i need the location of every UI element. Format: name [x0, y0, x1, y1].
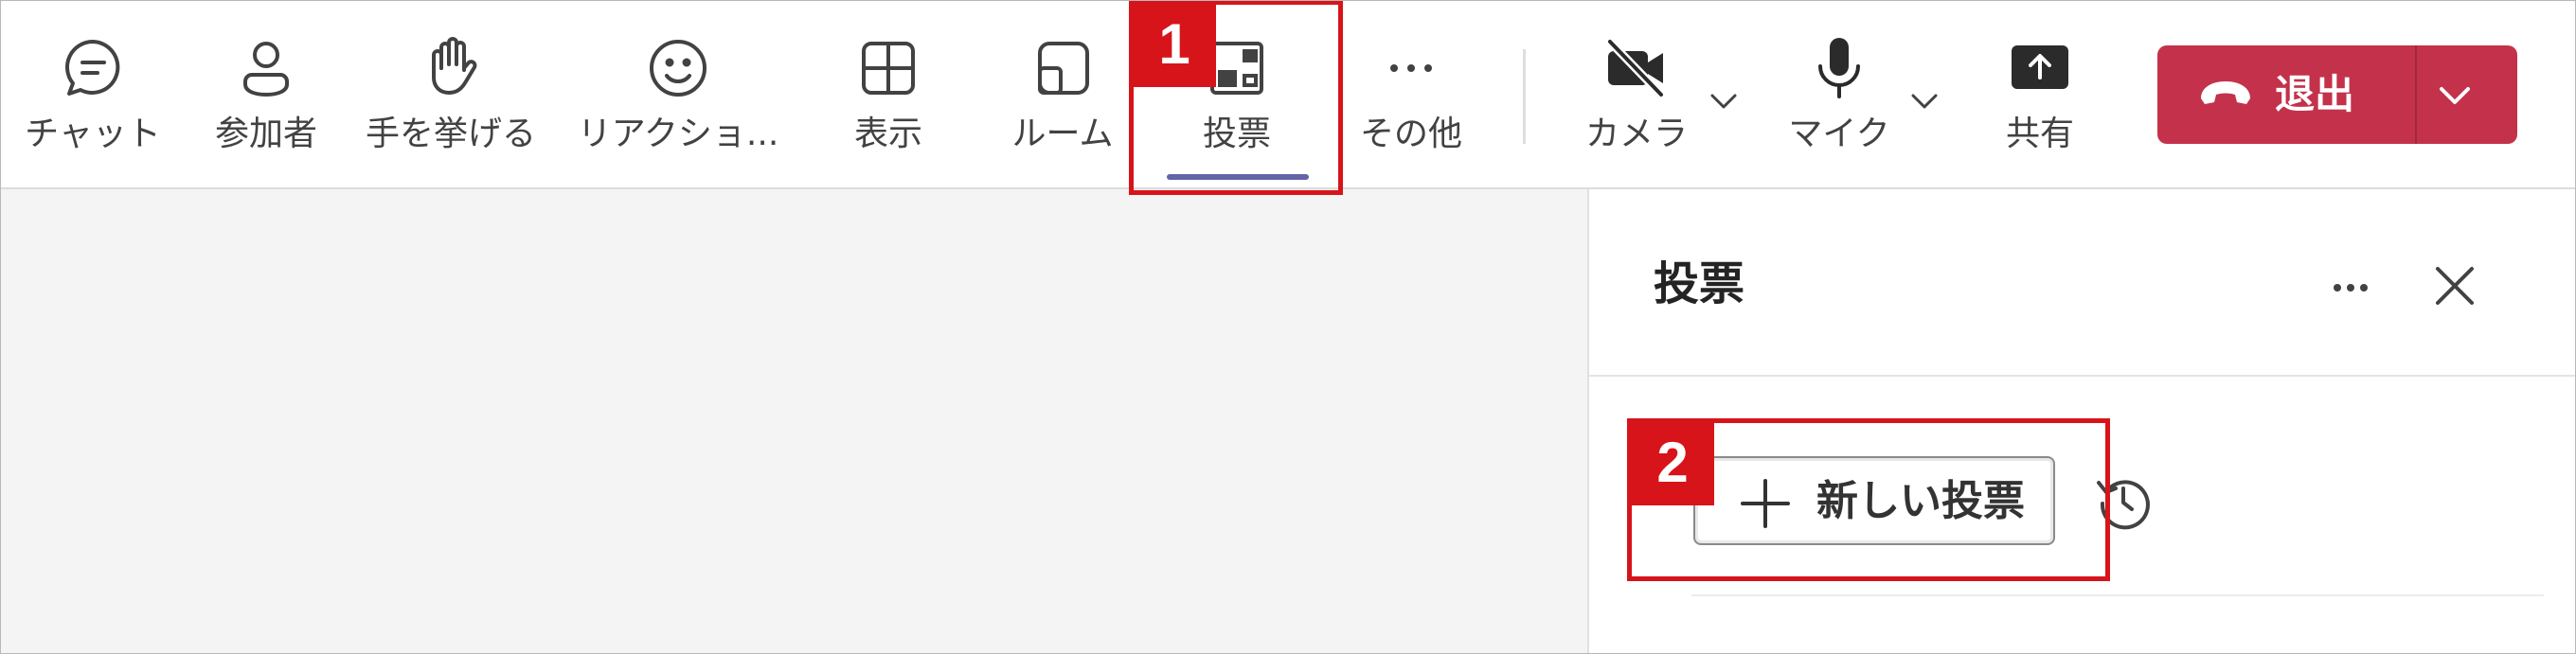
- leave-button-group: 退出: [2157, 45, 2517, 144]
- view-grid-icon: [854, 34, 922, 102]
- rooms-label: ルーム: [1011, 115, 1114, 153]
- participants-label: 参加者: [214, 115, 318, 153]
- toolbar-divider: [1523, 49, 1526, 144]
- microphone-options-chevron-icon[interactable]: [1905, 81, 1943, 119]
- panel-divider: [1691, 594, 2544, 596]
- people-icon: [232, 34, 300, 102]
- leave-options-chevron-icon[interactable]: [2434, 74, 2476, 115]
- reactions-button[interactable]: リアクショ...: [564, 0, 792, 189]
- meeting-stage: [0, 189, 1587, 654]
- chat-icon: [59, 34, 127, 102]
- panel-header: 投票: [1589, 189, 2576, 377]
- raise-hand-label: 手を挙げる: [365, 115, 537, 153]
- participants-button[interactable]: 参加者: [186, 0, 347, 189]
- more-button[interactable]: その他: [1335, 0, 1487, 189]
- raise-hand-button[interactable]: 手を挙げる: [356, 0, 546, 189]
- leave-label: 退出: [2275, 71, 2355, 117]
- microphone-icon: [1805, 34, 1873, 102]
- reaction-icon: [644, 34, 712, 102]
- camera-label: カメラ: [1584, 115, 1689, 153]
- more-label: その他: [1359, 115, 1463, 153]
- share-label: 共有: [2005, 115, 2075, 153]
- panel-more-options-icon[interactable]: [2328, 265, 2373, 310]
- microphone-button[interactable]: マイク: [1765, 0, 1913, 189]
- close-icon[interactable]: [2428, 259, 2481, 312]
- share-button[interactable]: 共有: [1966, 0, 2114, 189]
- camera-options-chevron-icon[interactable]: [1705, 81, 1743, 119]
- leave-button[interactable]: 退出: [2157, 45, 2415, 144]
- reactions-label: リアクショ...: [577, 115, 779, 153]
- panel-title: 投票: [1654, 257, 1745, 310]
- rooms-icon: [1029, 34, 1097, 102]
- view-label: 表示: [853, 115, 923, 153]
- rooms-button[interactable]: ルーム: [981, 0, 1144, 189]
- leave-separator: [2415, 45, 2417, 144]
- chat-label: チャット: [25, 115, 161, 153]
- callout-2-badge: 2: [1631, 422, 1714, 505]
- camera-off-icon: [1602, 34, 1671, 102]
- microphone-label: マイク: [1788, 115, 1890, 153]
- share-screen-icon: [2006, 34, 2074, 102]
- chat-button[interactable]: チャット: [0, 0, 186, 189]
- camera-button[interactable]: カメラ: [1563, 0, 1710, 189]
- raise-hand-icon: [417, 34, 485, 102]
- hang-up-icon: [2197, 74, 2254, 115]
- more-icon: [1377, 34, 1445, 102]
- callout-1-badge: 1: [1133, 4, 1216, 87]
- view-button[interactable]: 表示: [814, 0, 962, 189]
